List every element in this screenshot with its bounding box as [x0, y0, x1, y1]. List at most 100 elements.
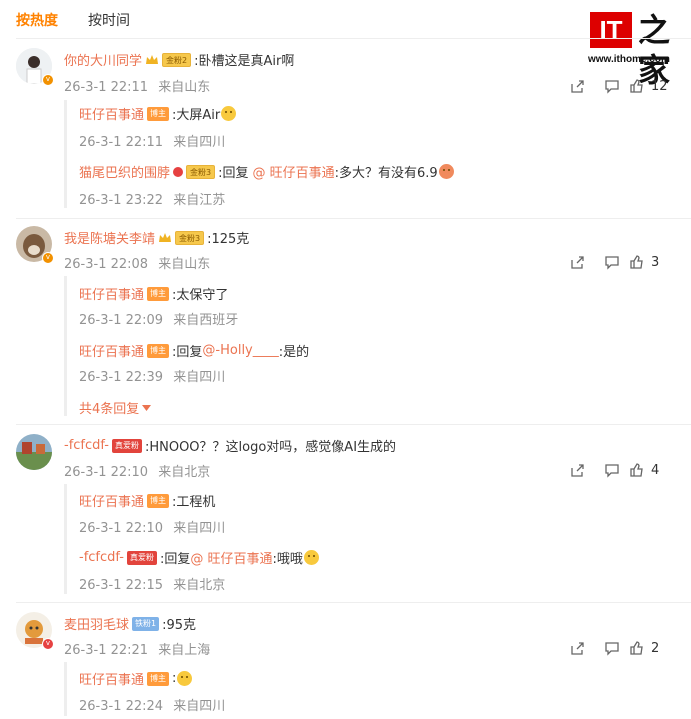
reply-location: 来自北京 — [173, 578, 226, 593]
sort-tabs: 按热度 按时间 — [16, 10, 130, 30]
reply-item: 旺仔百事通 博主 :工程机 — [79, 491, 215, 510]
vip-icon — [173, 166, 184, 177]
reply-button[interactable] — [594, 638, 629, 658]
comment-text: :卧槽这是真Air啊 — [194, 54, 295, 69]
reply-username[interactable]: 旺仔百事通 — [79, 284, 144, 303]
divider — [16, 602, 691, 603]
like-button[interactable]: 3 — [629, 254, 679, 270]
reply-prefix: :回复 — [218, 166, 249, 181]
divider — [16, 424, 691, 425]
crown-icon — [159, 232, 172, 242]
divider — [16, 38, 691, 39]
reply-text: :是的 — [278, 345, 310, 360]
reply-time: 26-3-1 23:22 — [79, 193, 164, 208]
reply-meta: 26-3-1 22:09 来自西班牙 — [79, 309, 244, 328]
comment-username[interactable]: -fcfcdf- — [64, 438, 109, 453]
reply-text: :太保守了 — [172, 288, 229, 303]
fan-badge: 金粉3 — [186, 164, 216, 179]
divider — [16, 218, 691, 219]
reply-item: 猫尾巴织的围脖 金粉3 :回复 @ 旺仔百事通 :多大？有没有6.9 — [79, 162, 454, 181]
like-button[interactable]: 12 — [629, 78, 679, 94]
comment-username[interactable]: 麦田羽毛球 — [64, 614, 129, 633]
reply-button[interactable] — [594, 76, 629, 96]
avatar[interactable] — [16, 434, 52, 470]
emoji-icon — [303, 550, 319, 565]
more-replies-link[interactable]: 共4条回复 — [79, 398, 152, 417]
reply-location: 来自四川 — [173, 521, 226, 536]
emoji-icon — [438, 164, 454, 179]
comment-icon — [604, 256, 619, 270]
emoji-icon — [221, 106, 237, 121]
reply-meta: 26-3-1 22:24 来自四川 — [79, 695, 231, 714]
share-icon — [570, 80, 584, 93]
true-fan-badge: 真爱粉 — [111, 438, 142, 453]
reply-meta: 26-3-1 22:39 来自四川 — [79, 366, 231, 385]
reply-button[interactable] — [594, 460, 629, 480]
reply-prefix: :回复 — [172, 345, 203, 360]
comment-username[interactable]: 你的大川同学 — [64, 50, 142, 69]
reply-list: 旺仔百事通 博主 :太保守了 26-3-1 22:09 来自西班牙 旺仔百事通 … — [64, 276, 309, 417]
comment-meta: 26-3-1 22:11 来自山东 — [64, 76, 216, 95]
reply-location: 来自江苏 — [173, 193, 226, 208]
comment-actions: 2 — [559, 638, 679, 658]
reply-meta: 26-3-1 22:11 来自四川 — [79, 131, 231, 150]
reply-username[interactable]: -fcfcdf- — [79, 550, 124, 565]
reply-username[interactable]: 猫尾巴织的围脖 — [79, 162, 170, 181]
reply-time: 26-3-1 22:24 — [79, 699, 164, 714]
fan-badge: 金粉2 — [162, 52, 192, 67]
tab-by-time[interactable]: 按时间 — [88, 10, 130, 30]
reply-item: 旺仔百事通 博主 : — [79, 669, 193, 688]
thumbs-up-icon — [630, 641, 643, 655]
like-button[interactable]: 2 — [629, 640, 679, 656]
reply-location: 来自西班牙 — [173, 313, 239, 328]
mention-link[interactable]: @-Holly____ — [202, 343, 278, 358]
share-button[interactable] — [559, 252, 594, 272]
comment-icon — [604, 464, 619, 478]
reply-meta: 26-3-1 22:10 来自四川 — [79, 517, 231, 536]
reply-meta: 26-3-1 22:15 来自北京 — [79, 574, 231, 593]
share-icon — [570, 256, 584, 269]
comment-location: 来自北京 — [158, 465, 211, 480]
share-button[interactable] — [559, 460, 594, 480]
comment-time: 26-3-1 22:10 — [64, 465, 149, 480]
tab-by-hot[interactable]: 按热度 — [16, 10, 58, 30]
reply-username[interactable]: 旺仔百事通 — [79, 104, 144, 123]
reply-list: 旺仔百事通 博主 : 26-3-1 22:24 来自四川 — [64, 662, 225, 716]
reply-item: 旺仔百事通 博主 :大屏Air — [79, 104, 237, 123]
comment-text: :HNOOO？？这logo对吗，感觉像AI生成的 — [144, 440, 397, 455]
fan-badge: 金粉3 — [175, 230, 205, 245]
comment-actions: 3 — [559, 252, 679, 272]
reply-text: :多大？有没有6.9 — [334, 166, 438, 181]
mention-link[interactable]: @ 旺仔百事通 — [190, 548, 272, 567]
like-button[interactable]: 4 — [629, 462, 679, 478]
reply-username[interactable]: 旺仔百事通 — [79, 669, 144, 688]
comment-location: 来自山东 — [158, 257, 211, 272]
verified-icon: v — [42, 74, 54, 86]
reply-username[interactable]: 旺仔百事通 — [79, 491, 144, 510]
iron-fan-badge: 铁粉1 — [132, 616, 160, 631]
reply-text: :大屏Air — [172, 108, 221, 123]
mention-link[interactable]: @ 旺仔百事通 — [253, 162, 335, 181]
verified-icon: v — [42, 252, 54, 264]
reply-item: 旺仔百事通 博主 :太保守了 — [79, 284, 228, 303]
comment-meta: 26-3-1 22:10 来自北京 — [64, 461, 216, 480]
reply-location: 来自四川 — [173, 135, 226, 150]
comment-icon — [604, 642, 619, 656]
like-count: 12 — [651, 78, 668, 94]
like-count: 3 — [651, 254, 660, 270]
reply-time: 26-3-1 22:11 — [79, 135, 164, 150]
reply-username[interactable]: 旺仔百事通 — [79, 341, 144, 360]
reply-list: 旺仔百事通 博主 :大屏Air 26-3-1 22:11 来自四川 猫尾巴织的围… — [64, 100, 454, 208]
avatar-image — [16, 434, 52, 470]
verified-icon: v — [42, 638, 54, 650]
reply-list: 旺仔百事通 博主 :工程机 26-3-1 22:10 来自四川 -fcfcdf-… — [64, 484, 319, 594]
reply-button[interactable] — [594, 252, 629, 272]
blogger-badge: 博主 — [147, 286, 170, 301]
reply-meta: 26-3-1 23:22 来自江苏 — [79, 189, 231, 208]
share-button[interactable] — [559, 638, 594, 658]
comment-location: 来自山东 — [158, 80, 211, 95]
share-button[interactable] — [559, 76, 594, 96]
comment-time: 26-3-1 22:11 — [64, 80, 149, 95]
comment-username[interactable]: 我是陈塘关李靖 — [64, 228, 155, 247]
thumbs-up-icon — [630, 255, 643, 269]
